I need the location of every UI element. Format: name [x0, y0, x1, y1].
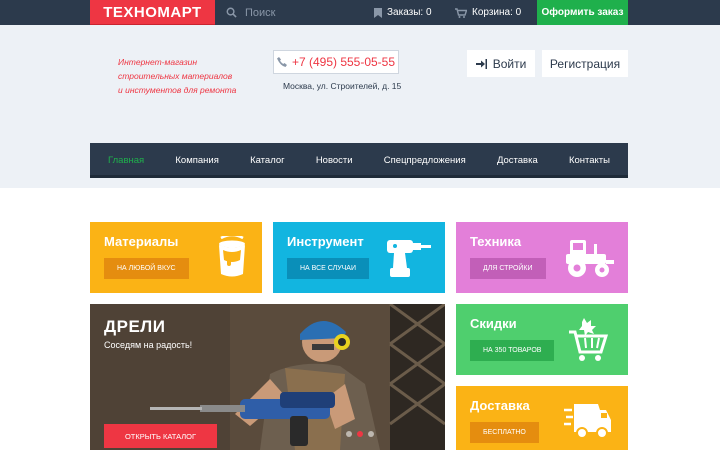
slogan: Интернет-магазин строительных материалов…: [118, 55, 258, 97]
tile-tech[interactable]: Техника ДЛЯ СТРОЙКИ: [456, 222, 628, 293]
cart-label: Корзина: 0: [472, 7, 522, 18]
tile-sale[interactable]: Скидки НА 350 ТОВАРОВ: [456, 304, 628, 375]
tile-title: Техника: [470, 234, 522, 249]
login-icon: [475, 58, 487, 69]
orders-link[interactable]: Заказы: 0: [374, 0, 432, 25]
nav-item-company[interactable]: Компания: [175, 155, 218, 166]
tractor-icon: [566, 240, 614, 277]
slider-dots: [346, 431, 374, 437]
store-address: Москва, ул. Строителей, д. 15: [283, 81, 402, 91]
nav-item-home[interactable]: Главная: [108, 155, 144, 166]
tile-button[interactable]: НА ВСЕ СЛУЧАИ: [287, 258, 370, 279]
search-icon: [226, 7, 237, 18]
open-catalog-button[interactable]: ОТКРЫТЬ КАТАЛОГ: [104, 424, 217, 448]
register-button[interactable]: Регистрация: [542, 50, 628, 77]
cart-icon: [455, 7, 467, 18]
truck-icon: [564, 404, 611, 439]
bookmark-icon: [374, 7, 382, 18]
tile-button[interactable]: БЕСПЛАТНО: [470, 422, 539, 443]
tile-button[interactable]: НА ЛЮБОЙ ВКУС: [104, 258, 189, 279]
hero-title: ДРЕЛИ: [104, 317, 166, 336]
search-input[interactable]: [245, 6, 355, 19]
slider-dot[interactable]: [368, 431, 374, 437]
nav-item-special-offers[interactable]: Спецпредложения: [384, 155, 466, 166]
slider-dot[interactable]: [346, 431, 352, 437]
tile-title: Инструмент: [287, 234, 364, 249]
nav-item-contacts[interactable]: Контакты: [569, 155, 610, 166]
phone-box[interactable]: +7 (495) 555-05-55: [273, 50, 399, 74]
orders-label: Заказы: 0: [387, 7, 432, 18]
drill-icon: [387, 240, 431, 277]
header: Интернет-магазин строительных материалов…: [0, 25, 720, 188]
phone-number: +7 (495) 555-05-55: [291, 55, 396, 69]
tile-title: Материалы: [104, 234, 179, 249]
tile-button[interactable]: ДЛЯ СТРОЙКИ: [470, 258, 546, 279]
site-logo[interactable]: ТЕХНОМАРТ: [90, 0, 215, 27]
main-nav: Главная Компания Каталог Новости Спецпре…: [90, 143, 628, 178]
tile-button[interactable]: НА 350 ТОВАРОВ: [470, 340, 555, 361]
nav-item-news[interactable]: Новости: [316, 155, 353, 166]
tile-materials[interactable]: Материалы НА ЛЮБОЙ ВКУС: [90, 222, 262, 293]
sale-cart-icon: [569, 318, 608, 361]
tile-title: Доставка: [470, 398, 530, 413]
hero-banner[interactable]: ДРЕЛИ Соседям на радость! ОТКРЫТЬ КАТАЛО…: [90, 304, 445, 450]
tile-title: Скидки: [470, 316, 517, 331]
top-bar: ТЕХНОМАРТ Заказы: 0 Корзина: 0 Оформить …: [0, 0, 720, 27]
slogan-line: строительных материалов: [118, 71, 233, 81]
slogan-line: Интернет-магазин: [118, 57, 198, 67]
checkout-button[interactable]: Оформить заказ: [537, 0, 628, 25]
tile-tools[interactable]: Инструмент НА ВСЕ СЛУЧАИ: [273, 222, 445, 293]
search-box[interactable]: [226, 0, 355, 25]
cart-link[interactable]: Корзина: 0: [455, 0, 521, 25]
nav-item-delivery[interactable]: Доставка: [497, 155, 538, 166]
paint-bucket-icon: [219, 236, 245, 277]
slider-dot-active[interactable]: [357, 431, 363, 437]
phone-icon: [276, 57, 287, 67]
hero-subtitle: Соседям на радость!: [104, 340, 193, 350]
login-button[interactable]: Войти: [467, 50, 535, 77]
login-label: Войти: [492, 56, 527, 71]
nav-item-catalog[interactable]: Каталог: [250, 155, 285, 166]
tile-delivery[interactable]: Доставка БЕСПЛАТНО: [456, 386, 628, 450]
slogan-line: и инстументов для ремонта: [118, 85, 237, 95]
